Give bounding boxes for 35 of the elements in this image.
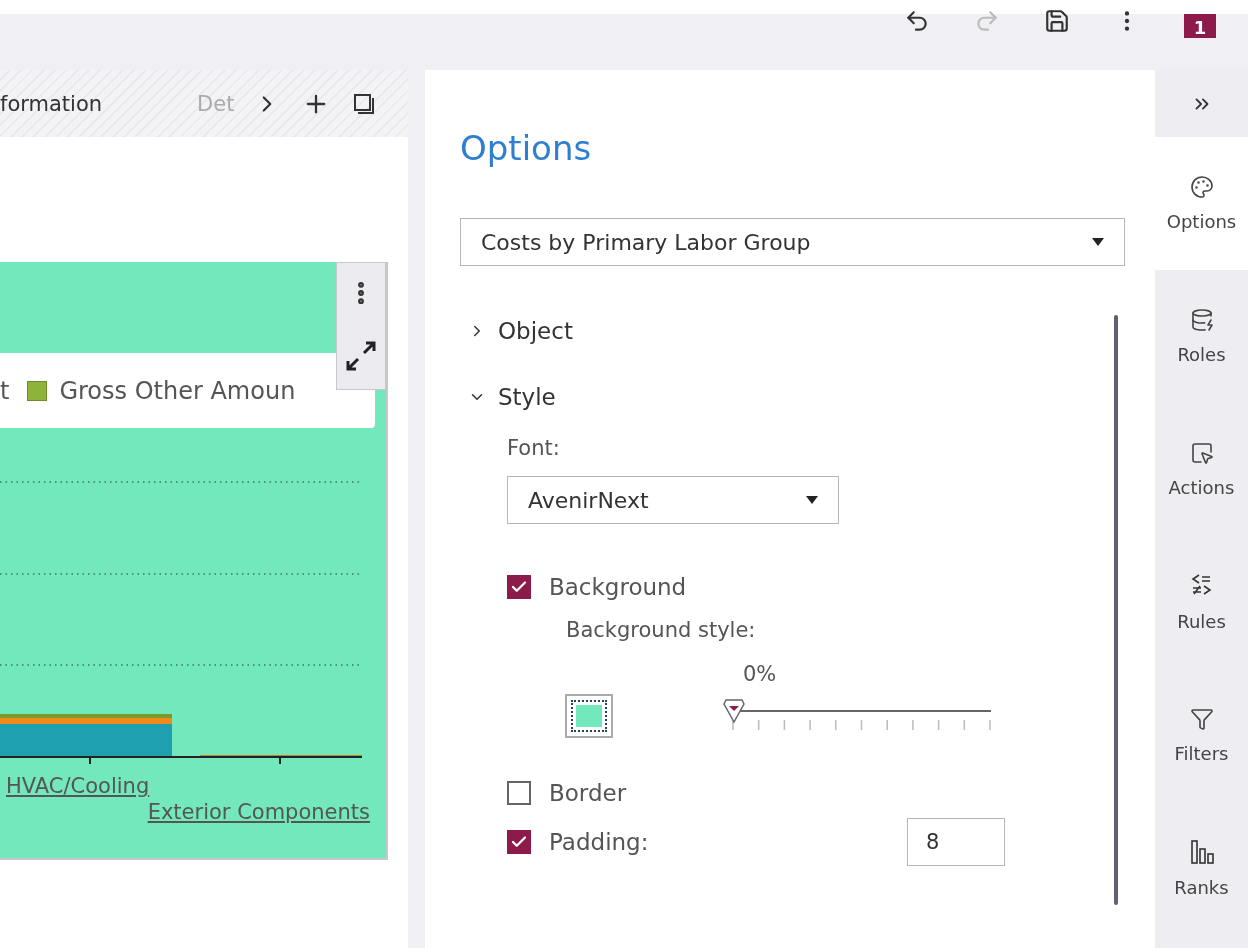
checkbox-label: Border [549,780,627,806]
database-icon [1189,308,1214,332]
legend-label: Gross Other Amoun [59,376,296,405]
checkbox-label: Background [549,574,687,600]
checkbox[interactable] [507,830,531,854]
bar-chart-icon [1189,839,1214,865]
palette-icon [1189,175,1214,199]
background-style-label: Background style: [566,618,757,642]
checkbox[interactable] [507,575,531,599]
checkbox-label: Padding: [549,829,650,855]
slider-reading: 0% [743,662,778,686]
section-header[interactable]: Object [468,318,1155,344]
filter-icon [1189,707,1214,731]
save-icon[interactable] [1044,8,1070,34]
maximize-icon[interactable] [344,339,378,373]
dropdown-caret-icon [1092,238,1104,246]
section-header[interactable]: Style [468,384,1155,410]
panel-title: Options [460,128,593,168]
font-label: Font: [507,436,561,460]
checkbox[interactable] [507,781,531,805]
legend-label: t [0,376,10,405]
category-label[interactable]: HVAC/Cooling [6,774,150,798]
page-tab[interactable]: formation [0,91,103,116]
padding-input[interactable]: 8 [907,818,1005,866]
user-badge[interactable]: 1 [1184,14,1216,38]
slider-thumb[interactable] [723,698,745,724]
object-dropdown[interactable]: Costs by Primary Labor Group [460,218,1125,266]
category-label[interactable]: Exterior Components [147,800,370,824]
undo-icon[interactable] [904,8,930,34]
sidebar-tab[interactable]: Options [1155,137,1248,270]
color-swatch[interactable] [565,694,613,738]
scrollbar[interactable] [1114,315,1118,905]
dropdown-caret-icon [806,496,818,504]
pointer-icon [1189,441,1214,465]
font-dropdown[interactable]: AvenirNext [507,476,839,524]
